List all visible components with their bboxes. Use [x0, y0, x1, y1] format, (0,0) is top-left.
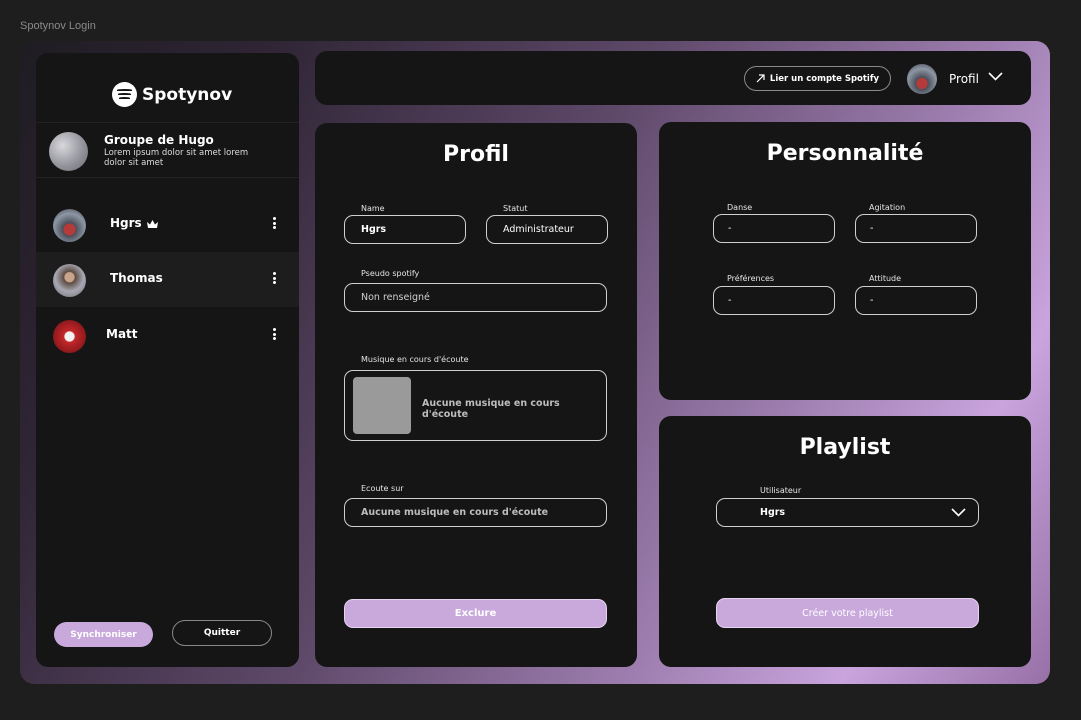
member-name: Matt: [106, 327, 138, 341]
sidebar: Spotynov Groupe de Hugo Lorem ipsum dolo…: [36, 53, 299, 667]
playlist-panel: Playlist Utilisateur Hgrs Créer votre pl…: [659, 416, 1031, 667]
attitude-field[interactable]: -: [855, 286, 977, 315]
now-playing-text: Aucune musique en cours d'écoute: [422, 398, 560, 420]
sync-button[interactable]: Synchroniser: [54, 622, 153, 647]
chevron-down-icon[interactable]: [988, 72, 1003, 81]
member-name: Hgrs: [110, 216, 158, 230]
dance-label: Danse: [727, 203, 753, 212]
profile-menu-label[interactable]: Profil: [949, 72, 979, 86]
member-item-hgrs[interactable]: Hgrs: [36, 197, 299, 252]
group-avatar: [49, 132, 88, 171]
window-title: Spotynov Login: [20, 20, 96, 32]
pseudo-label: Pseudo spotify: [361, 269, 420, 278]
chevron-down-icon: [951, 508, 966, 517]
status-field[interactable]: Administrateur: [486, 215, 608, 244]
name-label: Name: [361, 204, 385, 213]
member-item-thomas[interactable]: Thomas: [36, 252, 299, 307]
user-select[interactable]: Hgrs: [716, 498, 979, 527]
more-vertical-icon[interactable]: [271, 272, 277, 286]
dance-field[interactable]: -: [713, 214, 835, 243]
pseudo-field[interactable]: Non renseigné: [344, 283, 607, 312]
user-label: Utilisateur: [760, 486, 802, 495]
agitation-field[interactable]: -: [855, 214, 977, 243]
avatar: [53, 209, 86, 242]
group-name: Groupe de Hugo: [104, 133, 214, 147]
preferences-label: Préférences: [727, 274, 775, 283]
spotify-icon: [112, 82, 137, 107]
listening-on-field[interactable]: Aucune musique en cours d'écoute: [344, 498, 607, 527]
top-bar: Lier un compte Spotify Profil: [315, 51, 1031, 105]
app-frame: Spotynov Groupe de Hugo Lorem ipsum dolo…: [20, 41, 1050, 684]
app-logo[interactable]: Spotynov: [112, 82, 232, 107]
create-playlist-button[interactable]: Créer votre playlist: [716, 598, 979, 628]
crown-icon: [146, 220, 158, 228]
link-spotify-label: Lier un compte Spotify: [769, 73, 880, 84]
profile-panel: Profil Name Hgrs Statut Administrateur P…: [315, 123, 637, 667]
attitude-label: Attitude: [869, 274, 902, 283]
group-description: Lorem ipsum dolor sit amet lorem dolor s…: [104, 148, 249, 168]
avatar[interactable]: [907, 64, 937, 94]
more-vertical-icon[interactable]: [271, 328, 277, 342]
member-name-text: Hgrs: [110, 216, 142, 230]
status-label: Statut: [503, 204, 528, 213]
playlist-title: Playlist: [799, 435, 891, 460]
more-vertical-icon[interactable]: [271, 217, 277, 231]
app-name: Spotynov: [142, 84, 233, 105]
preferences-field[interactable]: -: [713, 286, 835, 315]
now-playing-label: Musique en cours d'écoute: [361, 355, 469, 364]
personality-title: Personnalité: [766, 141, 924, 166]
avatar: [53, 264, 86, 297]
album-cover-placeholder: [353, 377, 411, 434]
group-header: Groupe de Hugo Lorem ipsum dolor sit ame…: [36, 122, 299, 178]
agitation-label: Agitation: [869, 203, 906, 212]
personality-panel: Personnalité Danse - Agitation - Préfére…: [659, 122, 1031, 400]
exclude-button[interactable]: Exclure: [344, 599, 607, 628]
listening-on-label: Ecoute sur: [361, 484, 404, 493]
arrow-up-right-icon: [756, 74, 765, 83]
member-item-matt[interactable]: Matt: [36, 308, 299, 363]
profile-title: Profil: [443, 142, 509, 167]
user-select-value: Hgrs: [760, 507, 786, 518]
link-spotify-button[interactable]: Lier un compte Spotify: [744, 66, 891, 91]
member-name: Thomas: [110, 271, 163, 285]
now-playing-card: Aucune musique en cours d'écoute: [344, 370, 607, 441]
quit-button[interactable]: Quitter: [172, 620, 272, 646]
name-field[interactable]: Hgrs: [344, 215, 466, 244]
avatar: [53, 320, 86, 353]
